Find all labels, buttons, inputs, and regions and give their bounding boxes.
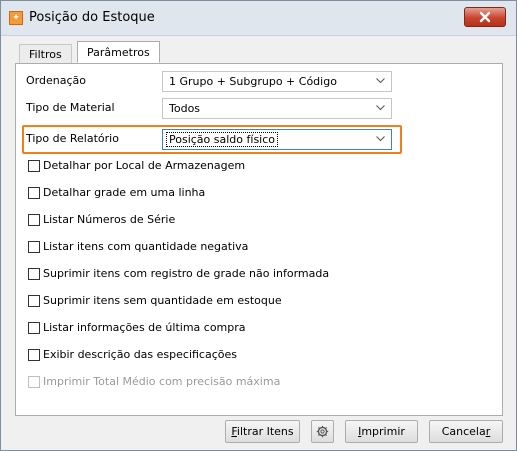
tipo-relatorio-value: Posição saldo físico bbox=[165, 132, 279, 147]
tipo-relatorio-label: Tipo de Relatório bbox=[26, 132, 119, 145]
checkbox-label: Suprimir itens com registro de grade não… bbox=[43, 267, 330, 280]
checkbox-box bbox=[28, 376, 40, 388]
checkbox-box[interactable] bbox=[28, 322, 40, 334]
tab-filtros[interactable]: Filtros bbox=[19, 44, 72, 63]
checkbox-box[interactable] bbox=[28, 295, 40, 307]
checkbox-box[interactable] bbox=[28, 241, 40, 253]
checkbox-label: Detalhar grade em uma linha bbox=[43, 186, 206, 199]
app-icon: ✦ bbox=[9, 11, 23, 25]
gear-icon bbox=[316, 425, 329, 438]
chevron-down-icon bbox=[376, 105, 385, 111]
tipo-material-value: Todos bbox=[169, 102, 201, 115]
settings-button[interactable] bbox=[311, 420, 334, 443]
checkbox-label: Listar informações de última compra bbox=[43, 321, 246, 334]
chevron-down-icon bbox=[376, 136, 385, 142]
tipo-relatorio-select[interactable]: Posição saldo físico bbox=[162, 129, 392, 150]
checkbox-label: Suprimir itens sem quantidade em estoque bbox=[43, 294, 282, 307]
filtrar-itens-button[interactable]: Filtrar Itens bbox=[225, 420, 300, 443]
checkbox-box[interactable] bbox=[28, 214, 40, 226]
chevron-down-icon bbox=[376, 78, 385, 84]
close-button[interactable] bbox=[464, 7, 506, 27]
checkbox-label: Exibir descrição das especificações bbox=[43, 348, 237, 361]
close-icon bbox=[479, 11, 491, 23]
checkbox-box[interactable] bbox=[28, 349, 40, 361]
parametros-panel: Ordenação 1 Grupo + Subgrupo + Código Ti… bbox=[15, 63, 503, 416]
ordenacao-value: 1 Grupo + Subgrupo + Código bbox=[169, 75, 337, 88]
ordenacao-select[interactable]: 1 Grupo + Subgrupo + Código bbox=[162, 71, 392, 92]
title-bar[interactable]: ✦ Posição do Estoque bbox=[1, 1, 516, 36]
dialog-window: ✦ Posição do Estoque Filtros Parâmetros … bbox=[0, 0, 517, 451]
dialog-content: Filtros Parâmetros Ordenação 1 Grupo + S… bbox=[15, 37, 504, 450]
checkbox-label: Listar Números de Série bbox=[43, 213, 176, 226]
checkbox-box[interactable] bbox=[28, 268, 40, 280]
imprimir-button[interactable]: Imprimir bbox=[345, 420, 418, 443]
window-title: Posição do Estoque bbox=[29, 10, 155, 25]
checkbox-box[interactable] bbox=[28, 187, 40, 199]
tipo-material-select[interactable]: Todos bbox=[162, 98, 392, 119]
tab-parametros[interactable]: Parâmetros bbox=[77, 41, 160, 63]
checkbox-box[interactable] bbox=[28, 160, 40, 172]
ordenacao-label: Ordenação bbox=[26, 74, 86, 87]
cancelar-button[interactable]: Cancelar bbox=[429, 420, 503, 443]
checkbox-label: Detalhar por Local de Armazenagem bbox=[43, 159, 246, 172]
checkbox-label: Imprimir Total Médio com precisão máxima bbox=[43, 375, 281, 388]
checkbox-label: Listar itens com quantidade negativa bbox=[43, 240, 249, 253]
tipo-material-label: Tipo de Material bbox=[26, 101, 115, 114]
